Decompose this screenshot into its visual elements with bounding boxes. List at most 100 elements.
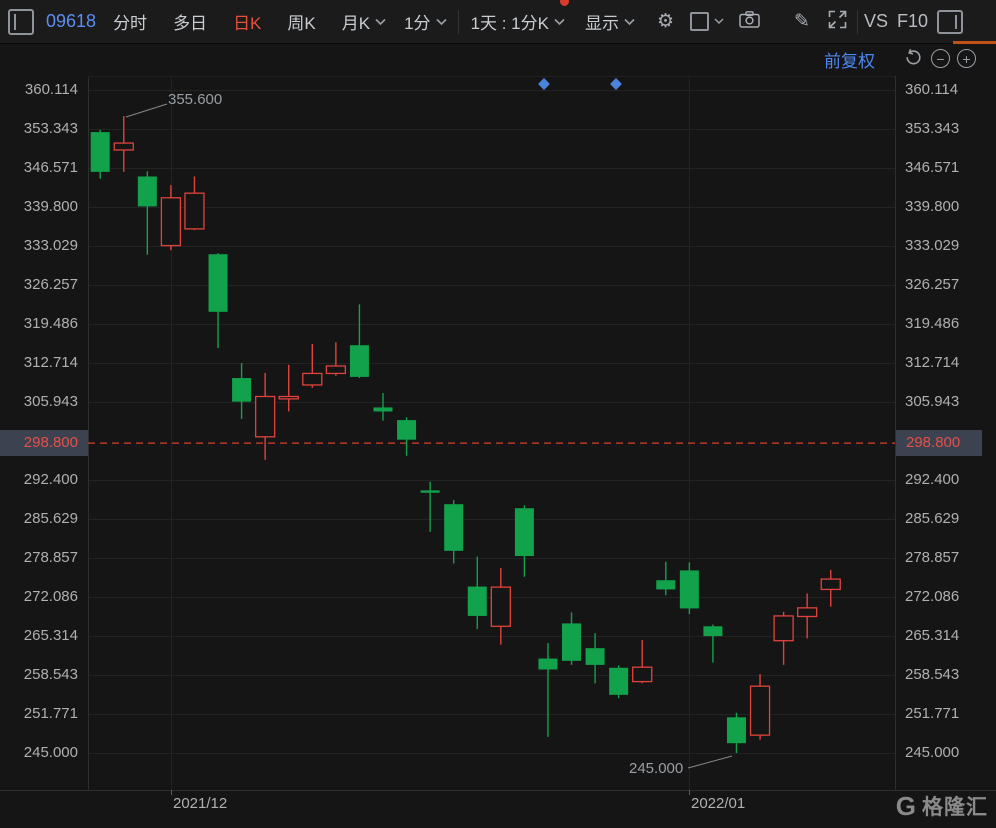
candle xyxy=(774,612,793,665)
period-selector[interactable]: 1天 : 1分K xyxy=(471,9,565,34)
candle xyxy=(538,643,557,737)
date-label: 2021/12 xyxy=(173,795,227,813)
candle xyxy=(209,253,228,348)
annotation-high: 355.600 xyxy=(168,91,222,108)
price-label: 360.114 xyxy=(0,81,78,99)
candle xyxy=(397,417,416,456)
price-label: 251.771 xyxy=(905,705,993,723)
candle xyxy=(798,593,817,638)
candle xyxy=(373,393,392,421)
chevron-down-icon xyxy=(714,18,724,25)
chevron-down-icon xyxy=(436,18,447,26)
candle xyxy=(468,557,487,630)
tab-timeshare[interactable]: 分时 xyxy=(113,9,147,34)
candle xyxy=(703,625,722,663)
price-label: 305.943 xyxy=(0,393,78,411)
candle xyxy=(279,365,298,412)
price-label: 272.086 xyxy=(0,588,78,606)
date-label: 2022/01 xyxy=(691,795,745,813)
display-menu[interactable]: 显示 xyxy=(585,9,635,34)
watermark-text: 格隆汇 xyxy=(922,791,988,821)
candle xyxy=(161,185,180,250)
price-label: 333.029 xyxy=(0,237,78,255)
prev-close-label-right: 298.800 xyxy=(896,430,982,456)
price-label: 251.771 xyxy=(0,705,78,723)
price-label: 360.114 xyxy=(905,81,993,99)
price-label: 326.257 xyxy=(905,276,993,294)
candle-style-selector[interactable] xyxy=(690,12,724,31)
pencil-icon[interactable]: ✎ xyxy=(794,12,810,31)
price-label: 305.943 xyxy=(905,393,993,411)
price-label: 265.314 xyxy=(905,627,993,645)
price-label: 278.857 xyxy=(0,549,78,567)
tab-1min[interactable]: 1分 xyxy=(404,9,446,34)
chevron-down-icon xyxy=(554,18,565,26)
tab-weekly-k[interactable]: 周K xyxy=(287,9,315,34)
candle xyxy=(350,304,369,378)
candle xyxy=(656,562,675,595)
candle xyxy=(232,363,251,419)
candle xyxy=(114,116,133,172)
price-label: 339.800 xyxy=(0,198,78,216)
gear-icon[interactable]: ⚙ xyxy=(657,12,674,31)
price-label: 312.714 xyxy=(0,354,78,372)
candle xyxy=(609,665,628,698)
price-label: 333.029 xyxy=(905,237,993,255)
price-axis-right[interactable]: 360.114 353.343 346.571 339.800 333.029 326.2… xyxy=(905,0,993,790)
price-axis-left[interactable]: 360.114353.343346.571339.800333.029326.2… xyxy=(0,0,78,790)
price-label: 353.343 xyxy=(0,120,78,138)
adjust-mode-selector[interactable]: 前复权 xyxy=(824,47,875,72)
candle xyxy=(185,176,204,230)
chart-window: 09618 分时 多日 日K 周K 月K 1分 1天 : 1分K 显示 ⚙ xyxy=(0,0,996,828)
candle xyxy=(515,505,534,576)
price-label: 339.800 xyxy=(905,198,993,216)
chevron-down-icon xyxy=(375,18,386,26)
candle xyxy=(821,570,840,607)
price-label: 265.314 xyxy=(0,627,78,645)
event-diamond-icon[interactable] xyxy=(610,78,622,90)
notification-dot xyxy=(560,0,569,6)
candle xyxy=(326,342,345,375)
price-label: 319.486 xyxy=(0,315,78,333)
square-icon xyxy=(690,12,709,31)
price-label: 285.629 xyxy=(905,510,993,528)
gelonghui-logo-icon: G xyxy=(896,791,916,821)
toolbar-separator xyxy=(857,10,858,34)
price-label: 319.486 xyxy=(905,315,993,333)
vs-compare-button[interactable]: VS xyxy=(864,11,888,32)
candle xyxy=(680,562,699,614)
tab-multiday[interactable]: 多日 xyxy=(173,9,207,34)
event-diamond-icon[interactable] xyxy=(538,78,550,90)
candle xyxy=(91,130,110,179)
tab-daily-k[interactable]: 日K xyxy=(233,9,261,34)
price-label: 258.543 xyxy=(0,666,78,684)
camera-icon[interactable] xyxy=(739,11,760,33)
candle xyxy=(138,171,157,255)
candle xyxy=(751,674,770,740)
candle xyxy=(444,500,463,563)
prev-close-label-left: 298.800 xyxy=(0,430,88,456)
chart-canvas[interactable] xyxy=(0,0,996,828)
chevron-down-icon xyxy=(624,18,635,26)
toolbar: 09618 分时 多日 日K 周K 月K 1分 1天 : 1分K 显示 ⚙ xyxy=(0,0,996,44)
tab-monthly-k[interactable]: 月K xyxy=(342,9,386,34)
candle xyxy=(303,344,322,388)
candle xyxy=(633,640,652,683)
price-label: 245.000 xyxy=(905,744,993,762)
price-label: 353.343 xyxy=(905,120,993,138)
candle xyxy=(256,373,275,460)
candle xyxy=(421,482,440,532)
price-label: 312.714 xyxy=(905,354,993,372)
price-label: 258.543 xyxy=(905,666,993,684)
price-label: 285.629 xyxy=(0,510,78,528)
candle xyxy=(491,568,510,645)
price-label: 346.571 xyxy=(0,159,78,177)
candle xyxy=(562,612,581,664)
annotation-low: 245.000 xyxy=(629,760,683,777)
price-label: 346.571 xyxy=(905,159,993,177)
price-label: 292.400 xyxy=(905,471,993,489)
fullscreen-icon[interactable] xyxy=(827,9,848,35)
price-label: 292.400 xyxy=(0,471,78,489)
toolbar-separator xyxy=(458,10,459,34)
price-label: 245.000 xyxy=(0,744,78,762)
